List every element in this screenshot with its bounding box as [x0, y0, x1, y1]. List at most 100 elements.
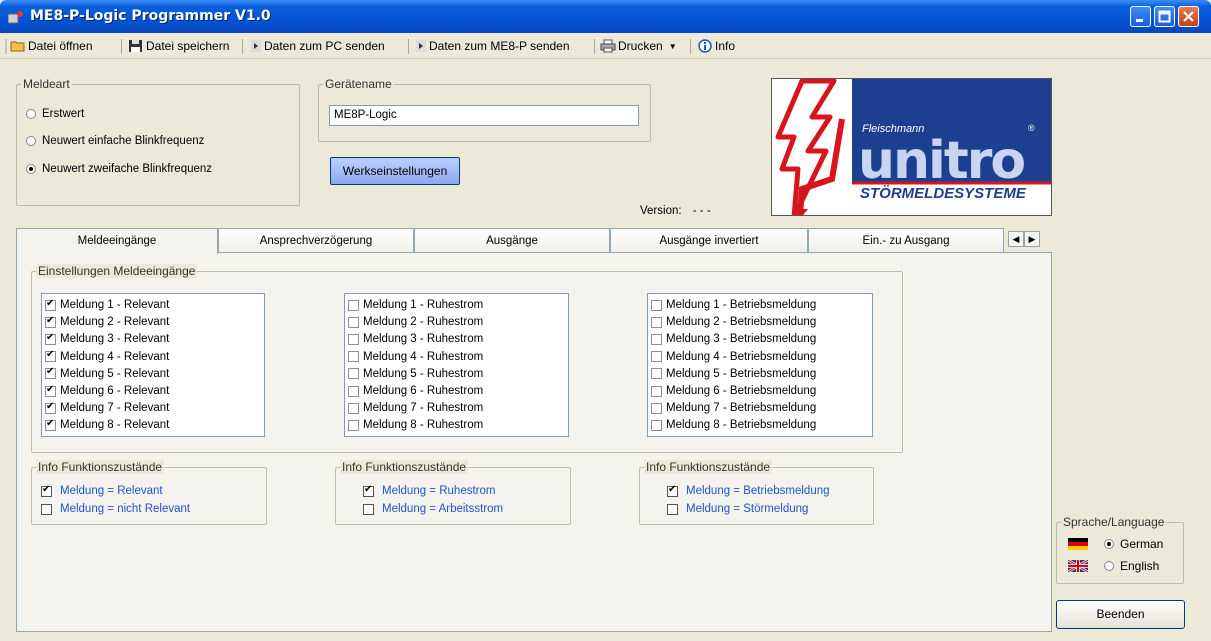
- meldeart-group: Meldeart Erstwert Neuwert einfache Blink…: [16, 77, 300, 206]
- list-item-checkbox[interactable]: [348, 368, 359, 380]
- open-file-button[interactable]: Datei öffnen: [10, 38, 93, 54]
- list-item[interactable]: Meldung 5 - Betriebsmeldung: [651, 366, 816, 382]
- list-item-checkbox[interactable]: [651, 333, 662, 345]
- radio-indicator[interactable]: [26, 136, 36, 146]
- geraetename-legend: Gerätename: [323, 77, 394, 91]
- radio-indicator[interactable]: [1104, 561, 1114, 571]
- list-item-checkbox[interactable]: [651, 385, 662, 397]
- list-item-checkbox[interactable]: [651, 402, 662, 414]
- meldeart-legend: Meldeart: [21, 77, 72, 91]
- list-item-checkbox[interactable]: [45, 315, 56, 328]
- list-item-checkbox[interactable]: [45, 401, 56, 414]
- unitro-logo: Fleischmann unitro ® STÖRMELDESYSTEME: [771, 78, 1052, 216]
- tab-scroll-left-icon[interactable]: ◀: [1008, 231, 1024, 247]
- list-item[interactable]: Meldung 7 - Betriebsmeldung: [651, 400, 816, 416]
- list-item-checkbox[interactable]: [45, 332, 56, 345]
- list-item[interactable]: Meldung 4 - Betriebsmeldung: [651, 349, 816, 365]
- list-item-checkbox[interactable]: [45, 418, 56, 431]
- info-button[interactable]: Info: [697, 38, 735, 54]
- list-item[interactable]: Meldung 2 - Betriebsmeldung: [651, 314, 816, 330]
- list-item[interactable]: Meldung 7 - Ruhestrom: [348, 400, 483, 416]
- radio-indicator[interactable]: [26, 164, 36, 174]
- list-item[interactable]: Meldung 3 - Relevant: [45, 331, 169, 347]
- list-item-checkbox[interactable]: [651, 351, 662, 363]
- radio-indicator[interactable]: [1104, 539, 1114, 549]
- close-button[interactable]: [1178, 6, 1199, 27]
- device-name-input[interactable]: ME8P-Logic: [329, 105, 639, 126]
- info-label: Meldung = Arbeitsstrom: [382, 503, 504, 515]
- list-item-checkbox[interactable]: [348, 385, 359, 397]
- list-item[interactable]: Meldung 1 - Ruhestrom: [348, 297, 483, 313]
- version-label: Version:: [640, 205, 682, 217]
- list-item[interactable]: Meldung 7 - Relevant: [45, 400, 169, 416]
- list-item-checkbox[interactable]: [45, 349, 56, 363]
- language-english[interactable]: English: [1068, 559, 1159, 573]
- list-item[interactable]: Meldung 6 - Ruhestrom: [348, 383, 483, 399]
- info-ruhestrom-on: Meldung = Ruhestrom: [363, 484, 495, 497]
- ruhestrom-listbox[interactable]: Meldung 1 - Ruhestrom Meldung 2 - Ruhestr…: [344, 293, 569, 437]
- list-item[interactable]: Meldung 2 - Ruhestrom: [348, 314, 483, 330]
- list-item[interactable]: Meldung 4 - Relevant: [45, 349, 169, 365]
- tab-ansprechverzoegerung[interactable]: Ansprechverzögerung: [218, 228, 414, 252]
- tab-scroll-right-icon[interactable]: ▶: [1024, 231, 1040, 247]
- version-value: - - -: [692, 205, 711, 217]
- list-item[interactable]: Meldung 6 - Relevant: [45, 383, 169, 399]
- list-item-label: Meldung 2 - Ruhestrom: [363, 316, 484, 329]
- list-item[interactable]: Meldung 8 - Relevant: [45, 417, 169, 433]
- dropdown-arrow-icon[interactable]: ▼: [669, 42, 677, 51]
- list-item-checkbox[interactable]: [348, 316, 359, 328]
- list-item-checkbox[interactable]: [348, 351, 359, 363]
- list-item[interactable]: Meldung 2 - Relevant: [45, 314, 169, 330]
- list-item-checkbox[interactable]: [651, 368, 662, 380]
- list-item-checkbox[interactable]: [651, 419, 662, 431]
- radio-neuwert-einfach[interactable]: Neuwert einfache Blinkfrequenz: [26, 135, 204, 147]
- list-item-checkbox[interactable]: [348, 419, 359, 431]
- german-flag-icon: [1068, 538, 1088, 550]
- list-item-checkbox[interactable]: [651, 316, 662, 328]
- list-item[interactable]: Meldung 5 - Relevant: [45, 366, 169, 382]
- list-item[interactable]: Meldung 3 - Ruhestrom: [348, 331, 483, 347]
- relevant-listbox[interactable]: Meldung 1 - Relevant Meldung 2 - Relevant…: [41, 293, 265, 437]
- factory-settings-button[interactable]: Werkseinstellungen: [330, 157, 460, 185]
- info-checkbox: [41, 503, 52, 515]
- list-item[interactable]: Meldung 1 - Betriebsmeldung: [651, 297, 816, 313]
- list-item[interactable]: Meldung 3 - Betriebsmeldung: [651, 331, 816, 347]
- list-item-checkbox[interactable]: [45, 366, 56, 380]
- radio-label: Neuwert einfache Blinkfrequenz: [42, 135, 205, 147]
- list-item[interactable]: Meldung 5 - Ruhestrom: [348, 366, 483, 382]
- list-item-label: Meldung 6 - Ruhestrom: [363, 385, 484, 397]
- tab-ausgaenge[interactable]: Ausgänge: [414, 228, 610, 252]
- list-item[interactable]: Meldung 4 - Ruhestrom: [348, 349, 483, 365]
- send-to-pc-button[interactable]: Daten zum PC senden: [250, 38, 385, 54]
- geraetename-group: Gerätename ME8P-Logic: [318, 77, 651, 142]
- language-german[interactable]: German: [1068, 537, 1163, 551]
- send-to-me8p-button[interactable]: Daten zum ME8-P senden: [415, 38, 570, 54]
- tab-ein-zu-ausgang[interactable]: Ein.- zu Ausgang: [808, 228, 1004, 252]
- list-item[interactable]: Meldung 8 - Betriebsmeldung: [651, 417, 816, 433]
- info-checkbox: [667, 503, 678, 515]
- tab-ausgaenge-invertiert[interactable]: Ausgänge invertiert: [610, 228, 808, 252]
- maximize-button[interactable]: [1154, 6, 1175, 27]
- print-button[interactable]: Drucken ▼: [600, 38, 677, 54]
- list-item-checkbox[interactable]: [45, 298, 56, 311]
- list-item[interactable]: Meldung 6 - Betriebsmeldung: [651, 383, 816, 399]
- list-item-checkbox[interactable]: [348, 299, 359, 311]
- list-item-label: Meldung 3 - Betriebsmeldung: [666, 333, 817, 346]
- minimize-button[interactable]: [1130, 6, 1151, 27]
- list-item[interactable]: Meldung 1 - Relevant: [45, 297, 169, 313]
- list-item[interactable]: Meldung 8 - Ruhestrom: [348, 417, 483, 433]
- list-item-checkbox[interactable]: [45, 384, 56, 397]
- list-item-checkbox[interactable]: [348, 333, 359, 345]
- exit-button[interactable]: Beenden: [1056, 600, 1185, 629]
- radio-neuwert-zweifach[interactable]: Neuwert zweifache Blinkfrequenz: [26, 163, 212, 175]
- list-item-label: Meldung 5 - Relevant: [60, 367, 170, 380]
- tab-meldeeingaenge[interactable]: Meldeeingänge: [16, 228, 218, 254]
- radio-erstwert[interactable]: Erstwert: [26, 108, 84, 120]
- save-file-button[interactable]: Datei speichern: [128, 38, 229, 54]
- list-item-checkbox[interactable]: [651, 299, 662, 311]
- info-label: Meldung = Relevant: [60, 485, 163, 497]
- betriebsmeldung-listbox[interactable]: Meldung 1 - Betriebsmeldung Meldung 2 - B…: [647, 293, 873, 437]
- radio-indicator[interactable]: [26, 109, 36, 119]
- print-label: Drucken: [618, 39, 663, 53]
- list-item-checkbox[interactable]: [348, 402, 359, 414]
